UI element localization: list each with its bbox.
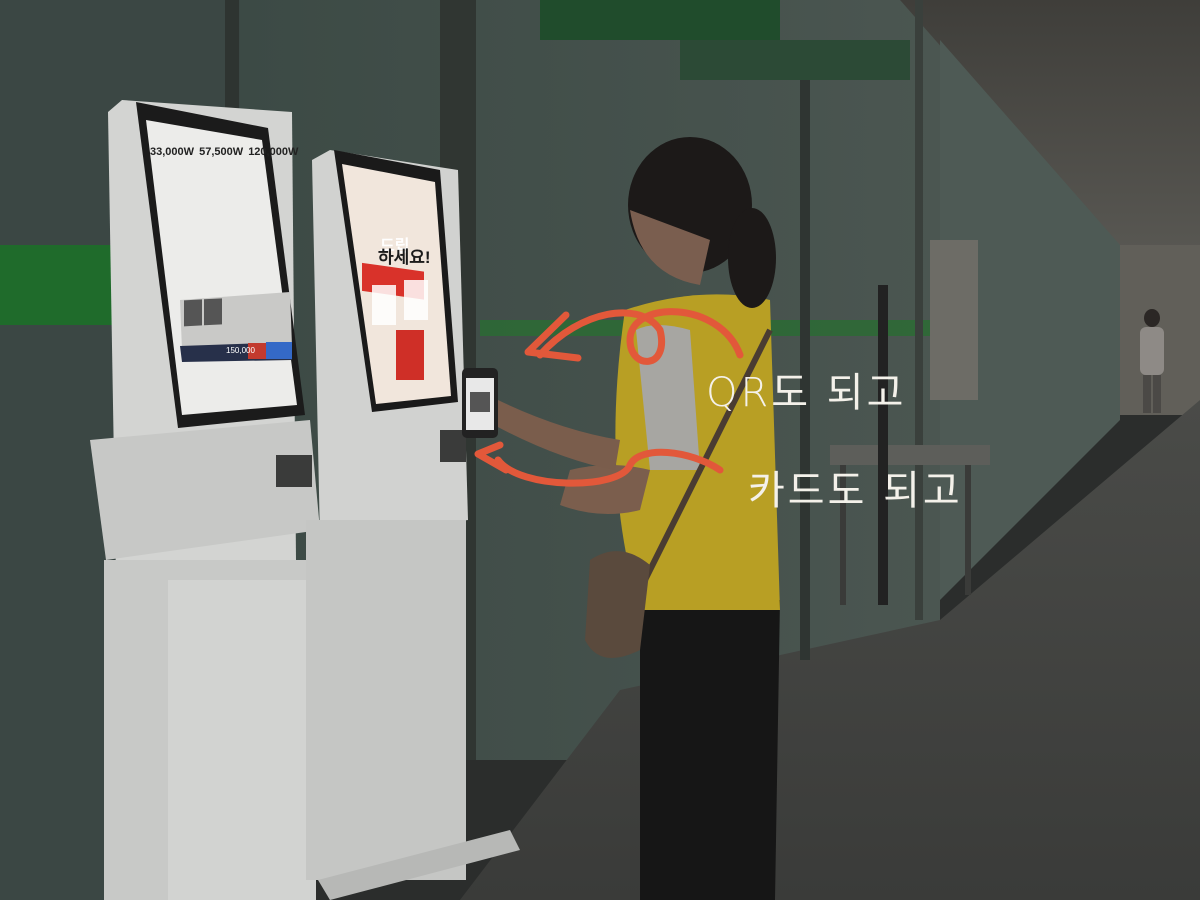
- kiosk-left-total: 150,000: [226, 346, 255, 355]
- background-photo: [0, 0, 1200, 900]
- price-3: 120,000W: [248, 146, 299, 158]
- price-2: 57,500W: [199, 146, 244, 158]
- banner-stand: [930, 240, 978, 400]
- kiosk-left: [90, 100, 320, 900]
- card-caption: 카드도 되고: [748, 468, 963, 514]
- kiosk-right-line2: 하세요!: [378, 248, 431, 267]
- kiosk-left-prices: 33,000W 57,500W 120,000W: [150, 146, 298, 158]
- photo-scene: 33,000W 57,500W 120,000W 150,000 드립 하세요!…: [0, 0, 1200, 900]
- green-sign: [680, 40, 910, 80]
- qr-caption: QR도 되고: [706, 370, 907, 416]
- price-1: 33,000W: [150, 146, 195, 158]
